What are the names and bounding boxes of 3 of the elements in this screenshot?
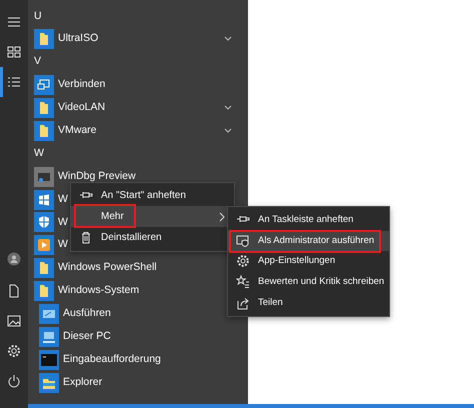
section-letter: U (34, 8, 42, 24)
section-letter: W (34, 146, 44, 161)
section-letter: V (34, 54, 42, 70)
